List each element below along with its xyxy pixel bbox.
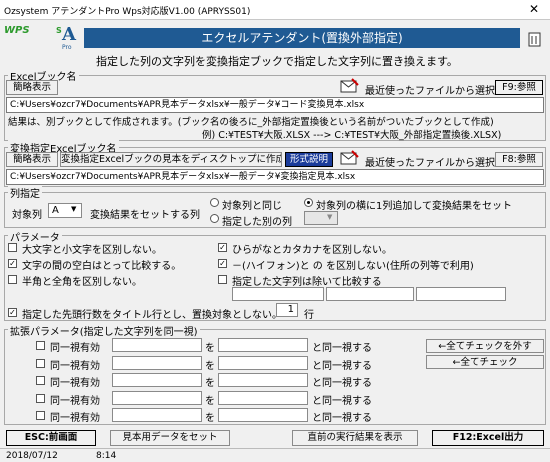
equiv-wo-label: を bbox=[205, 360, 215, 372]
create-sample-button[interactable]: 変換指定Excelブックの見本をディスクトップに作成 bbox=[60, 152, 282, 167]
radio-same-column[interactable] bbox=[210, 198, 219, 207]
equiv-checkbox[interactable] bbox=[36, 358, 45, 368]
exclude-input-2[interactable] bbox=[326, 287, 414, 301]
equiv-to-input[interactable] bbox=[218, 338, 308, 352]
convert-brief-button[interactable]: 簡略表示 bbox=[6, 152, 58, 167]
target-column-label: 対象列 bbox=[12, 210, 42, 221]
app-logo-tag: S bbox=[56, 26, 62, 35]
description: 指定した列の文字列を変換指定ブックで指定した文字列に置き換えます。 bbox=[96, 55, 458, 68]
mail-icon[interactable] bbox=[340, 78, 360, 95]
equiv-to-input[interactable] bbox=[218, 390, 308, 405]
equiv-same-label: と同一視する bbox=[312, 395, 372, 407]
format-help-button[interactable]: 形式説明 bbox=[285, 152, 333, 167]
page-title: エクセルアテンダント(置換外部指定) bbox=[84, 28, 520, 48]
equiv-enabled-label: 同一視有効 bbox=[50, 343, 100, 354]
equiv-checkbox[interactable] bbox=[36, 393, 45, 403]
equiv-to-input[interactable] bbox=[218, 408, 308, 422]
equiv-checkbox[interactable] bbox=[36, 376, 45, 385]
hyphen-label: －(ハイフォン)と の を区別しない(住所の列等で利用) bbox=[232, 261, 474, 272]
kana-checkbox[interactable]: ✓ bbox=[218, 243, 227, 252]
title-bar: Ozsystem アテンダントPro Wps対応版V1.00 (APRYSS01… bbox=[0, 0, 550, 20]
equiv-wo-label: を bbox=[205, 378, 215, 389]
result-column-label: 変換結果をセットする列 bbox=[90, 210, 200, 221]
header-rows-input[interactable]: 1 bbox=[276, 303, 298, 317]
convert-browse-button[interactable]: F8:参照 bbox=[495, 152, 543, 167]
chevron-down-icon: ▼ bbox=[71, 205, 77, 213]
document-icon[interactable] bbox=[528, 32, 542, 48]
equiv-from-input[interactable] bbox=[112, 338, 202, 352]
space-checkbox[interactable]: ✓ bbox=[8, 259, 17, 268]
extended-label: 拡張パラメータ(指定した文字列を同一視) bbox=[8, 323, 200, 338]
equiv-wo-label: を bbox=[205, 395, 215, 407]
exclude-label: 指定した文字列は除いて比較する bbox=[232, 277, 382, 288]
radio-same-column-label: 対象列と同じ bbox=[222, 201, 282, 212]
header-rows-checkbox[interactable]: ✓ bbox=[8, 308, 17, 317]
status-date: 2018/07/12 bbox=[6, 451, 58, 461]
wps-logo: WPS bbox=[4, 25, 30, 36]
target-column-select[interactable]: A ▼ bbox=[48, 203, 82, 218]
equiv-same-label: と同一視する bbox=[312, 343, 372, 354]
equiv-wo-label: を bbox=[205, 343, 215, 354]
radio-add-column-label: 対象列の横に1列追加して変換結果をセット bbox=[316, 201, 513, 212]
excel-note-1: 結果は、別ブックとして作成されます。(ブック名の後ろに_外部指定置換後という名前… bbox=[8, 117, 494, 128]
width-checkbox[interactable] bbox=[8, 275, 17, 284]
equiv-from-input[interactable] bbox=[112, 373, 202, 387]
exclude-checkbox[interactable] bbox=[218, 275, 227, 284]
equiv-wo-label: を bbox=[205, 413, 215, 424]
equiv-to-input[interactable] bbox=[218, 355, 308, 370]
case-label: 大文字と小文字を区別しない。 bbox=[22, 245, 162, 256]
exclude-input-1[interactable] bbox=[232, 287, 324, 301]
app-logo: S A Pro bbox=[56, 24, 80, 52]
excel-path-input[interactable]: C:¥Users¥ozcr7¥Documents¥APR見本データxlsx¥一般… bbox=[6, 97, 544, 113]
kana-label: ひらがなとカタカナを区別しない。 bbox=[232, 245, 392, 256]
equiv-from-input[interactable] bbox=[112, 390, 202, 405]
prev-result-button[interactable]: 直前の実行結果を表示 bbox=[292, 430, 418, 446]
case-checkbox[interactable] bbox=[8, 243, 17, 252]
exclude-input-3[interactable] bbox=[416, 287, 506, 301]
radio-other-column[interactable] bbox=[210, 214, 219, 223]
space-label: 文字の間の空白はとって比較する。 bbox=[22, 261, 182, 272]
excel-recent-link[interactable]: 最近使ったファイルから選択 bbox=[365, 82, 495, 97]
equiv-enabled-label: 同一視有効 bbox=[50, 378, 100, 389]
equiv-same-label: と同一視する bbox=[312, 413, 372, 424]
header-rows-label: 指定した先頭行数をタイトル行とし、置換対象としない。 bbox=[22, 310, 282, 321]
equiv-same-label: と同一視する bbox=[312, 378, 372, 389]
equiv-to-input[interactable] bbox=[218, 373, 308, 387]
set-sample-button[interactable]: 見本用データをセット bbox=[110, 430, 230, 446]
close-icon[interactable]: ✕ bbox=[520, 0, 548, 20]
equiv-same-label: と同一視する bbox=[312, 360, 372, 372]
app-logo-sub: Pro bbox=[62, 44, 72, 51]
target-column-value: A bbox=[52, 205, 59, 216]
equiv-from-input[interactable] bbox=[112, 408, 202, 422]
radio-other-column-label: 指定した別の列 bbox=[222, 217, 292, 228]
column-spec-label: 列指定 bbox=[8, 185, 42, 200]
back-button[interactable]: ESC:前画面 bbox=[6, 430, 96, 446]
app-logo-letter: A bbox=[62, 24, 76, 45]
header-rows-unit: 行 bbox=[304, 310, 314, 321]
hyphen-checkbox[interactable]: ✓ bbox=[218, 259, 227, 268]
convert-recent-link[interactable]: 最近使ったファイルから選択 bbox=[365, 154, 495, 169]
status-bar: 2018/07/12 8:14 bbox=[0, 448, 550, 462]
run-button[interactable]: F12:Excel出力 bbox=[432, 430, 544, 446]
chevron-down-icon: ▼ bbox=[327, 213, 333, 221]
equiv-enabled-label: 同一視有効 bbox=[50, 395, 100, 407]
excel-brief-button[interactable]: 簡略表示 bbox=[6, 80, 58, 95]
equiv-enabled-label: 同一視有効 bbox=[50, 413, 100, 424]
window-title: Ozsystem アテンダントPro Wps対応版V1.00 (APRYSS01… bbox=[4, 7, 251, 17]
excel-note-2: 例) C:¥TEST¥大阪.XLSX ---> C:¥TEST¥大阪_外部指定置… bbox=[202, 130, 502, 141]
equiv-from-input[interactable] bbox=[112, 355, 202, 370]
width-label: 半角と全角を区別しない。 bbox=[22, 277, 142, 288]
status-time: 8:14 bbox=[96, 451, 117, 461]
excel-browse-button[interactable]: F9:参照 bbox=[495, 80, 543, 95]
check-all-button[interactable]: ←全てチェック bbox=[426, 355, 544, 369]
equiv-checkbox[interactable] bbox=[36, 411, 45, 420]
mail-icon[interactable] bbox=[340, 150, 360, 167]
uncheck-all-button[interactable]: ←全てチェックを外す bbox=[426, 339, 544, 353]
other-column-select[interactable]: ▼ bbox=[304, 211, 338, 225]
convert-path-input[interactable]: C:¥Users¥ozcr7¥Documents¥APR見本データxlsx¥一般… bbox=[6, 169, 544, 185]
equiv-checkbox[interactable] bbox=[36, 341, 45, 350]
equiv-enabled-label: 同一視有効 bbox=[50, 360, 100, 372]
radio-add-column[interactable] bbox=[304, 198, 313, 207]
